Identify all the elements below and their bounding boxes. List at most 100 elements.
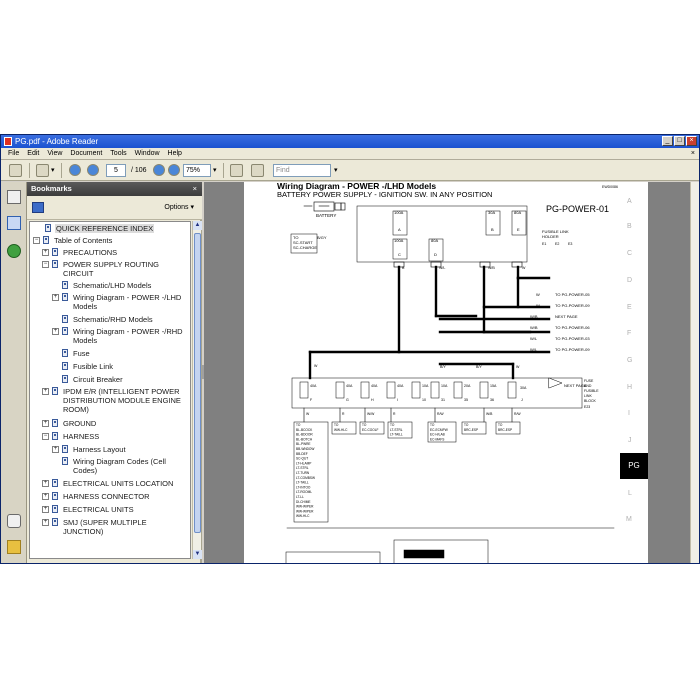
index-tab-h[interactable]: H [627,384,632,391]
previous-page-icon[interactable] [69,164,81,176]
menu-help[interactable]: Help [164,148,186,159]
bookmark-ipdm-er[interactable]: + IPDM E/R (INTELLIGENT POWER DISTRIBUTI… [30,386,190,416]
zoom-out-icon[interactable] [153,164,165,176]
index-tab-d[interactable]: D [627,277,632,284]
bookmark-icon [62,445,68,453]
email-dropdown-icon[interactable]: ▾ [51,164,55,177]
svg-text:W/L: W/L [530,336,538,341]
collapse-icon[interactable]: − [33,237,40,244]
index-tab-m[interactable]: M [626,516,632,523]
svg-text:TO PG-POWER-05: TO PG-POWER-05 [555,292,590,297]
bookmark-table-of-contents[interactable]: − Table of Contents [30,235,190,246]
fit-page-icon[interactable] [230,164,243,177]
bookmark-harness[interactable]: − HARNESS [30,431,190,442]
bookmark-precautions[interactable]: + PRECAUTIONS [30,247,190,258]
expand-icon[interactable]: + [52,328,59,335]
expand-icon[interactable]: + [42,519,49,526]
index-tab-l[interactable]: L [628,490,632,497]
menu-tools[interactable]: Tools [106,148,130,159]
index-tab-a[interactable]: A [627,198,632,205]
bookmark-ground[interactable]: + GROUND [30,418,190,429]
collapse-icon[interactable]: − [42,433,49,440]
find-input[interactable]: Find [273,164,331,177]
expand-icon[interactable]: + [42,420,49,427]
pages-icon[interactable] [7,190,21,204]
title-bar[interactable]: PG.pdf - Adobe Reader _ □ × [1,135,699,148]
bookmark-smj[interactable]: + SMJ (SUPER MULTIPLE JUNCTION) [30,517,190,537]
bookmark-power-supply-routing[interactable]: − POWER SUPPLY ROUTING CIRCUIT [30,259,190,279]
index-tab-pg-active[interactable]: PG [620,453,648,479]
comments-icon[interactable] [7,540,21,554]
bookmark-harness-layout[interactable]: + Harness Layout [30,444,190,455]
adobe-reader-window: PG.pdf - Adobe Reader _ □ × File Edit Vi… [0,134,700,564]
zoom-dropdown-icon[interactable]: ▾ [213,164,217,177]
bookmarks-icon[interactable] [7,216,21,230]
scroll-down-icon[interactable]: ▼ [193,550,202,559]
index-tab-f[interactable]: F [627,330,631,337]
expand-icon[interactable]: + [42,249,49,256]
options-menu-button[interactable]: Options ▾ [164,203,194,211]
bookmark-electrical-units[interactable]: + ELECTRICAL UNITS [30,504,190,515]
bottom-fuses: 40A 40A 40A 40A 10A 10A 20A 15A 30A F G … [310,384,527,402]
destination-text: LT-COMBSW [296,476,315,480]
menu-view[interactable]: View [43,148,66,159]
menu-document[interactable]: Document [66,148,106,159]
bookmark-options-icon[interactable] [32,202,44,213]
attachment-icon[interactable] [7,514,21,528]
menu-file[interactable]: File [4,148,23,159]
expand-icon[interactable]: + [42,480,49,487]
help-icon[interactable] [7,244,21,258]
index-tab-j[interactable]: J [628,437,632,444]
page-number-input[interactable]: 5 [106,164,126,177]
expand-icon[interactable]: + [42,493,49,500]
bookmark-wiring-diagram-lhd[interactable]: + Wiring Diagram - POWER -/LHD Models [30,292,190,312]
index-tab-e[interactable]: E [627,304,632,311]
bookmark-electrical-units-location[interactable]: + ELECTRICAL UNITS LOCATION [30,478,190,489]
close-button[interactable]: × [686,136,697,146]
collapse-icon[interactable]: − [42,261,49,268]
maximize-button[interactable]: □ [674,136,685,146]
bookmarks-scrollbar[interactable]: ▲ ▼ [192,221,202,559]
destination-texts: TOBL-BCOCKBL-BDOORBL-BOTCHBL-PWREBB-WNDO… [296,423,512,518]
minimize-button[interactable]: _ [662,136,673,146]
find-dropdown-icon[interactable]: ▾ [334,164,338,177]
expand-icon[interactable]: + [42,388,49,395]
bookmark-schematic-rhd[interactable]: Schematic/RHD Models [30,314,190,325]
bookmark-wiring-diagram-codes[interactable]: Wiring Diagram Codes (Cell Codes) [30,456,190,476]
svg-text:40A: 40A [397,384,404,388]
expand-icon[interactable]: + [52,446,59,453]
destination-text: LT-STRL [296,466,309,470]
svg-text:FUSIBLE: FUSIBLE [584,389,599,393]
svg-text:F: F [310,398,313,402]
toolbar: ▾ 5 / 106 75% ▾ Find ▾ [1,160,699,181]
close-panel-icon[interactable]: × [193,182,197,196]
index-tab-g[interactable]: G [627,357,632,364]
bookmark-fusible-link[interactable]: Fusible Link [30,361,190,372]
menu-window[interactable]: Window [131,148,164,159]
bookmark-wiring-diagram-rhd[interactable]: + Wiring Diagram - POWER -/RHD Models [30,326,190,346]
bookmark-harness-connector[interactable]: + HARNESS CONNECTOR [30,491,190,502]
scroll-up-icon[interactable]: ▲ [193,221,202,230]
zoom-in-icon[interactable] [168,164,180,176]
next-page-icon[interactable] [87,164,99,176]
scroll-thumb[interactable] [194,233,201,533]
svg-text:BLOCK: BLOCK [584,399,597,403]
bookmark-quick-reference[interactable]: QUICK REFERENCE INDEX [30,223,190,234]
index-tab-b[interactable]: B [627,223,632,230]
menu-edit[interactable]: Edit [23,148,43,159]
index-tab-c[interactable]: C [627,250,632,257]
document-scrollbar[interactable] [690,182,699,563]
bookmark-schematic-lhd[interactable]: Schematic/LHD Models [30,280,190,291]
index-tab-i[interactable]: I [628,410,630,417]
email-icon[interactable] [36,164,49,177]
document-close-icon[interactable]: × [691,148,695,160]
print-icon[interactable] [9,164,22,177]
zoom-input[interactable]: 75% [183,164,211,177]
fit-width-icon[interactable] [251,164,264,177]
svg-text:A: A [398,227,401,232]
destination-text: LT-TURN [296,471,310,475]
expand-icon[interactable]: + [52,294,59,301]
expand-icon[interactable]: + [42,506,49,513]
bookmark-circuit-breaker[interactable]: Circuit Breaker [30,374,190,385]
bookmark-fuse[interactable]: Fuse [30,348,190,359]
